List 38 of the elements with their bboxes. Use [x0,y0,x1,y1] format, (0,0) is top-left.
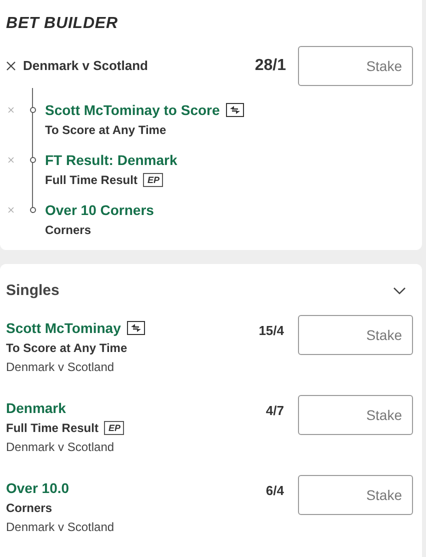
remove-icon[interactable] [8,207,14,213]
stake-field[interactable]: Stake [298,46,413,86]
remove-icon[interactable] [8,157,14,163]
section-title: Singles [6,281,60,301]
selection-name: Denmark [6,398,66,416]
swap-icon [126,320,145,334]
selection-name: FT Result: Denmark [45,151,178,169]
event-name: Denmark v Scotland [6,358,116,376]
market-name: Corners [45,222,92,239]
market-name: Full Time Result [6,420,98,436]
chevron-down-icon[interactable] [393,287,406,296]
market-name: To Score at Any Time [6,340,128,356]
odds: 6/4 [266,482,284,500]
close-icon[interactable] [6,61,16,71]
swap-icon [226,103,244,117]
event-name: Denmark v Scotland [6,518,114,536]
selection-name: Over 10.0 [6,478,70,496]
selection-name: Scott McTominay [6,318,121,336]
odds: 28/1 [254,56,286,76]
market-name: Corners [6,500,52,516]
market-name: To Score at Any Time [45,122,166,139]
stake-field[interactable]: Stake [298,314,413,354]
match-name: Denmark v Scotland [23,57,148,76]
selection-name: Scott McTominay to Score [45,101,220,119]
leg-node-icon [30,107,36,113]
leg-node-icon [30,157,36,163]
odds: 15/4 [258,322,284,340]
stake-field[interactable]: Stake [298,474,413,514]
ep-badge: EP [104,420,124,434]
remove-icon[interactable] [8,107,14,113]
stake-field[interactable]: Stake [298,394,413,434]
odds: 4/7 [266,402,284,420]
leg-node-icon [30,207,36,213]
ep-badge: EP [143,173,164,187]
section-title: BET BUILDER [6,15,118,32]
event-name: Denmark v Scotland [6,438,116,456]
selection-name: Over 10 Corners [45,201,154,219]
market-name: Full Time Result [45,172,138,189]
